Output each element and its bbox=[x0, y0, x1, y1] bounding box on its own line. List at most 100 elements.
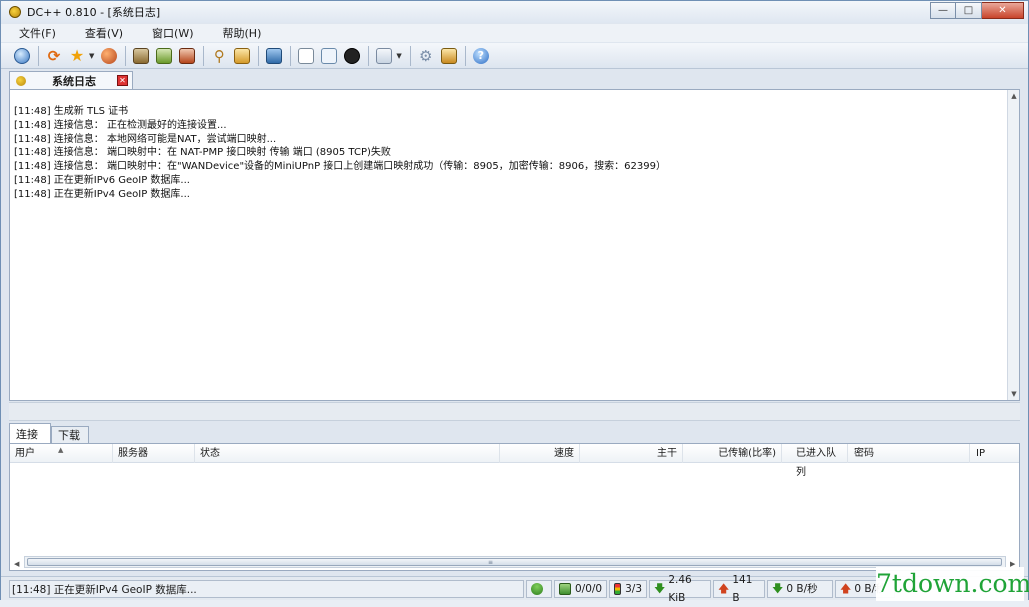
log-line: [11:48] 连接信息： 端口映射中：在 NAT-PMP 接口映射 传输 端口… bbox=[14, 147, 391, 159]
status-downloaded: 🡇 2.46 KiB bbox=[649, 574, 712, 604]
site-watermark: 7tdown.com bbox=[876, 567, 1029, 601]
column-chunk[interactable]: 主干 bbox=[580, 444, 683, 463]
log-line: [11:48] 连接信息： 正在检测最好的连接设置... bbox=[14, 119, 227, 131]
mdi-tab-row: 系统日志 ✕ bbox=[1, 70, 1028, 89]
chevron-down-icon[interactable]: ▼ bbox=[89, 52, 94, 60]
status-uploaded: 🡅 141 B bbox=[713, 574, 766, 604]
globe-icon bbox=[14, 47, 30, 64]
download-queue-button[interactable] bbox=[130, 45, 152, 67]
users-icon bbox=[101, 47, 118, 64]
open-filelist-button[interactable] bbox=[318, 45, 340, 67]
search-spy-icon bbox=[234, 47, 251, 64]
menu-bar: 文件(F) 查看(V) 窗口(W) 帮助(H) bbox=[1, 24, 1028, 42]
table-horizontal-scrollbar[interactable]: ≡ bbox=[24, 556, 1006, 568]
log-line: [11:48] 生成新 TLS 证书 bbox=[14, 106, 129, 117]
connections-table: 用户 ▲ 服务器 状态 速度 主干 已传输(比率) 已进入队列 密码 IP ◀ … bbox=[9, 443, 1020, 571]
user-icon bbox=[531, 582, 543, 595]
scroll-up-icon[interactable]: ▲ bbox=[1008, 90, 1019, 102]
finished-icon bbox=[156, 47, 173, 64]
search-spy-button[interactable] bbox=[231, 45, 253, 67]
finished-uploads-button[interactable] bbox=[176, 45, 198, 67]
tab-label: 系统日志 bbox=[52, 74, 96, 88]
column-status[interactable]: 状态 bbox=[195, 444, 500, 463]
scrollbar-thumb[interactable]: ≡ bbox=[27, 558, 1002, 566]
status-hubs: 0/0/0 bbox=[554, 579, 608, 598]
menu-view[interactable]: 查看(V) bbox=[67, 25, 134, 41]
download-arrow-icon: 🡇 bbox=[654, 581, 666, 595]
settings-icon: ⚙ bbox=[419, 46, 433, 65]
pane-splitter[interactable] bbox=[9, 402, 1020, 421]
favorite-users-button[interactable] bbox=[98, 45, 120, 67]
help-icon: ? bbox=[472, 47, 489, 64]
log-vertical-scrollbar[interactable]: ▲ ▼ bbox=[1007, 90, 1019, 400]
window-controls: — □ ✕ bbox=[930, 2, 1024, 19]
public-hubs-button[interactable] bbox=[11, 45, 33, 67]
upload-finished-icon bbox=[179, 47, 196, 64]
column-hub[interactable]: 服务器 bbox=[113, 444, 195, 463]
chevron-down-icon[interactable]: ▼ bbox=[396, 52, 401, 60]
log-line: [11:48] 连接信息： 本地网络可能是NAT，尝试端口映射... bbox=[14, 133, 277, 145]
finished-downloads-button[interactable] bbox=[153, 45, 175, 67]
upload-arrow-icon: 🡅 bbox=[718, 581, 730, 595]
download-arrow-icon: 🡇 bbox=[772, 581, 784, 595]
toolbar-separator bbox=[409, 45, 411, 66]
edit-icon bbox=[440, 47, 457, 64]
refresh-icon: ⟳ bbox=[47, 46, 61, 65]
toolbar-separator bbox=[368, 45, 370, 66]
queue-icon bbox=[133, 47, 150, 64]
status-away[interactable] bbox=[526, 579, 552, 598]
search-button[interactable]: ⚲ bbox=[208, 45, 230, 67]
tab-connections[interactable]: 连接 bbox=[9, 423, 51, 443]
menu-help[interactable]: 帮助(H) bbox=[205, 25, 273, 41]
toolbar-separator bbox=[203, 45, 205, 66]
title-bar: DC++ 0.810 - [系统日志] — □ ✕ bbox=[1, 1, 1028, 23]
status-slots: 3/3 bbox=[609, 579, 648, 598]
column-cipher[interactable]: 密码 bbox=[848, 444, 970, 463]
notepad-button[interactable] bbox=[263, 45, 285, 67]
toolbar-separator bbox=[125, 45, 127, 66]
log-line: [11:48] 连接信息： 端口映射中：在"WANDevice"设备的MiniU… bbox=[14, 161, 666, 173]
status-download-speed: 🡇 0 B/秒 bbox=[767, 579, 834, 598]
close-tab-icon[interactable]: ✕ bbox=[117, 75, 128, 86]
search-icon: ⚲ bbox=[213, 46, 225, 65]
scroll-left-icon[interactable]: ◀ bbox=[14, 560, 19, 568]
tools-menu-button[interactable] bbox=[373, 45, 395, 67]
toolbar-separator bbox=[464, 45, 466, 66]
scroll-down-icon[interactable]: ▼ bbox=[1008, 388, 1019, 400]
minimize-button[interactable]: — bbox=[930, 2, 956, 19]
column-speed[interactable]: 速度 bbox=[500, 444, 580, 463]
upload-arrow-icon: 🡅 bbox=[840, 581, 852, 595]
system-log-pane[interactable]: [11:48] 生成新 TLS 证书 [11:48] 连接信息： 正在检测最好的… bbox=[9, 89, 1020, 401]
notepad-icon bbox=[266, 47, 283, 64]
tab-system-log[interactable]: 系统日志 ✕ bbox=[9, 71, 133, 89]
own-filelist-button[interactable] bbox=[295, 45, 317, 67]
hub-icon bbox=[559, 582, 571, 595]
toolbar-separator bbox=[258, 45, 260, 66]
menu-file[interactable]: 文件(F) bbox=[1, 25, 67, 41]
maximize-button[interactable]: □ bbox=[956, 2, 982, 19]
transfer-tabs: 连接 下载 bbox=[9, 423, 89, 443]
toolbar-separator bbox=[38, 45, 39, 66]
help-button[interactable]: ? bbox=[470, 45, 492, 67]
recent-icon bbox=[344, 47, 361, 64]
edit-button[interactable] bbox=[438, 45, 460, 67]
close-button[interactable]: ✕ bbox=[982, 2, 1024, 19]
log-icon bbox=[16, 75, 26, 86]
menu-window[interactable]: 窗口(W) bbox=[134, 25, 204, 41]
table-header: 用户 ▲ 服务器 状态 速度 主干 已传输(比率) 已进入队列 密码 IP bbox=[10, 444, 1019, 478]
tab-downloads[interactable]: 下载 bbox=[51, 426, 89, 443]
favorite-hubs-button[interactable]: ★ bbox=[66, 45, 88, 67]
sort-up-icon: ▲ bbox=[58, 446, 64, 454]
column-user[interactable]: 用户 ▲ bbox=[10, 444, 113, 463]
window-title: DC++ 0.810 - [系统日志] bbox=[27, 6, 161, 19]
recent-hubs-button[interactable] bbox=[341, 45, 363, 67]
column-ip[interactable]: IP bbox=[970, 444, 1007, 463]
toolbar-separator bbox=[290, 45, 292, 66]
settings-button[interactable]: ⚙ bbox=[415, 45, 437, 67]
column-transferred[interactable]: 已传输(比率) bbox=[683, 444, 782, 463]
toolbar: ⟳ ★ ▼ ⚲ ▼ ⚙ ? bbox=[1, 43, 1028, 69]
column-queued[interactable]: 已进入队列 bbox=[782, 444, 848, 478]
hubs-count: 0/0/0 bbox=[575, 582, 603, 595]
reconnect-button[interactable]: ⟳ bbox=[43, 45, 65, 67]
uploaded-total: 141 B bbox=[732, 573, 753, 604]
